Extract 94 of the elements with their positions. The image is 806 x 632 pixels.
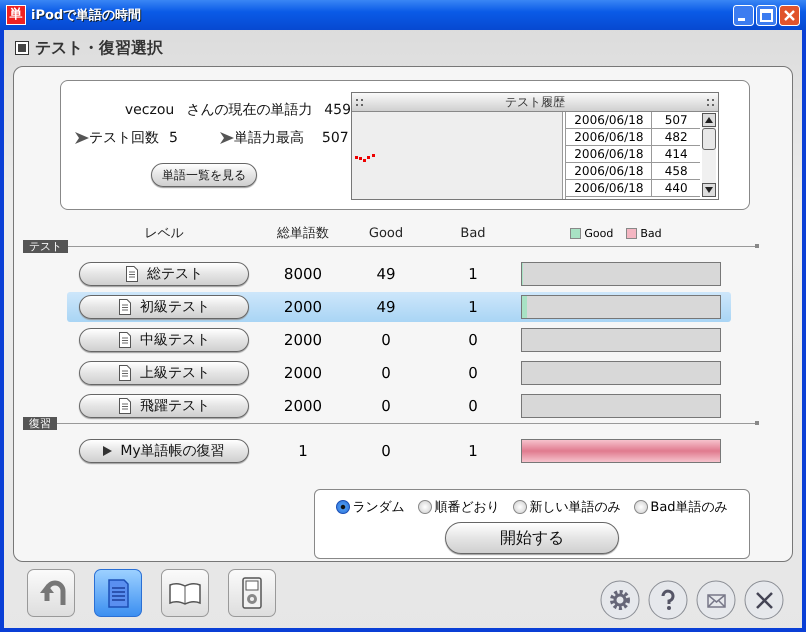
- arrow-icon: [75, 131, 89, 145]
- maximize-button[interactable]: [756, 4, 777, 26]
- date-cell: 2006/06/18: [566, 163, 652, 179]
- tests-value: 5: [169, 130, 178, 146]
- test-button[interactable]: 初級テスト: [79, 295, 249, 319]
- best-value: 507: [322, 130, 349, 146]
- radio-button[interactable]: [634, 500, 648, 514]
- word-list-button[interactable]: 単語一覧を見る: [151, 163, 257, 187]
- toolbar-button[interactable]: [27, 569, 75, 617]
- minimize-button[interactable]: [733, 4, 754, 26]
- date-cell: 2006/06/18: [566, 112, 652, 128]
- total-cell-text: 1: [297, 442, 309, 460]
- column-header: Good: [368, 226, 404, 240]
- column-header: 総単語数: [276, 225, 330, 242]
- total-cell-text: 2000: [282, 364, 324, 382]
- good-cell-text: 0: [380, 442, 392, 460]
- review-button[interactable]: My単語帳の復習: [79, 439, 249, 463]
- toolbar-button[interactable]: [94, 569, 142, 617]
- date-cell: 2006/06/18: [566, 129, 652, 145]
- square-icon: [15, 41, 29, 55]
- radio-button[interactable]: [336, 500, 350, 514]
- score-cell-text: 414: [664, 146, 689, 162]
- close-button[interactable]: [744, 580, 784, 620]
- score-cell-text: 507: [664, 112, 689, 128]
- bad-cell-text: 0: [467, 331, 479, 349]
- good-cell-text: 49: [375, 265, 397, 283]
- total-cell-text: 2000: [282, 331, 324, 349]
- score-cell-text: 482: [664, 129, 689, 145]
- order-option[interactable]: 順番どおり: [418, 498, 500, 516]
- total-cell-text: 2000: [282, 397, 324, 415]
- play-icon: [103, 446, 112, 456]
- window-title: iPodで単語の時間: [31, 7, 142, 24]
- table-row[interactable]: 飛躍テスト 2000 0 0: [67, 391, 731, 421]
- document-icon: [118, 398, 132, 414]
- scrollbar[interactable]: [702, 113, 716, 197]
- toolbar-button[interactable]: [161, 569, 209, 617]
- current-label: さんの現在の単語力: [186, 101, 312, 119]
- order-option[interactable]: ランダム: [336, 498, 404, 516]
- document-icon: [118, 365, 132, 381]
- settings-button[interactable]: [600, 580, 640, 620]
- date-cell: 2006/06/18: [566, 146, 652, 162]
- toolbar-button[interactable]: [228, 569, 276, 617]
- column-header: Bad: [459, 226, 487, 240]
- test-button[interactable]: 総テスト: [79, 262, 249, 286]
- order-option[interactable]: 新しい単語のみ: [513, 498, 620, 516]
- good-cell-text: 0: [380, 397, 392, 415]
- scroll-up-icon[interactable]: [702, 113, 716, 127]
- test-button[interactable]: 飛躍テスト: [79, 394, 249, 418]
- document-icon: [125, 266, 139, 282]
- document-icon: [118, 299, 132, 315]
- good-cell-text: 0: [380, 331, 392, 349]
- grip-icon: [706, 98, 715, 106]
- total-cell-text: 8000: [282, 265, 324, 283]
- arrow-icon: [220, 131, 234, 145]
- date-cell: 2006/06/18: [566, 180, 652, 196]
- best-label: 単語力最高: [234, 129, 304, 147]
- legend-label: Good: [584, 226, 614, 240]
- good-cell-text: 0: [380, 364, 392, 382]
- bad-cell-text: 1: [467, 442, 479, 460]
- bad-cell-text: 1: [467, 265, 479, 283]
- score-cell-text: 440: [664, 180, 689, 196]
- app-icon: 単: [6, 5, 26, 25]
- table-row[interactable]: 中級テスト 2000 0 0: [67, 325, 731, 355]
- bad-cell-text: 0: [467, 364, 479, 382]
- mail-button[interactable]: [696, 580, 736, 620]
- scroll-down-icon[interactable]: [702, 183, 716, 197]
- table-row[interactable]: My単語帳の復習 1 0 1: [67, 436, 731, 466]
- test-button[interactable]: 中級テスト: [79, 328, 249, 352]
- legend-label: Bad: [640, 226, 662, 240]
- history-title: テスト履歴: [505, 94, 565, 110]
- user-name: veczou: [124, 102, 174, 118]
- table-row[interactable]: 総テスト 8000 49 1: [67, 259, 731, 289]
- scroll-thumb[interactable]: [702, 128, 716, 150]
- radio-button[interactable]: [418, 500, 432, 514]
- help-button[interactable]: [648, 580, 688, 620]
- table-row[interactable]: 上級テスト 2000 0 0: [67, 358, 731, 388]
- good-cell-text: 49: [375, 298, 397, 316]
- table-row[interactable]: 初級テスト 2000 49 1: [67, 292, 731, 322]
- total-cell-text: 2000: [282, 298, 324, 316]
- page-title: テスト・復習選択: [35, 38, 163, 58]
- bad-cell-text: 1: [467, 298, 479, 316]
- order-option[interactable]: Bad単語のみ: [634, 498, 728, 516]
- tests-label: テスト回数: [89, 129, 159, 147]
- grip-icon: [355, 98, 364, 106]
- radio-button[interactable]: [513, 500, 528, 514]
- test-button[interactable]: 上級テスト: [79, 361, 249, 385]
- bad-cell-text: 0: [467, 397, 479, 415]
- current-value: 459: [324, 102, 351, 118]
- section-label: 復習: [23, 416, 57, 430]
- score-cell-text: 458: [664, 163, 689, 179]
- start-button[interactable]: 開始する: [445, 522, 619, 554]
- column-header: レベル: [144, 225, 184, 242]
- section-label: テスト: [23, 240, 68, 252]
- document-icon: [118, 332, 132, 348]
